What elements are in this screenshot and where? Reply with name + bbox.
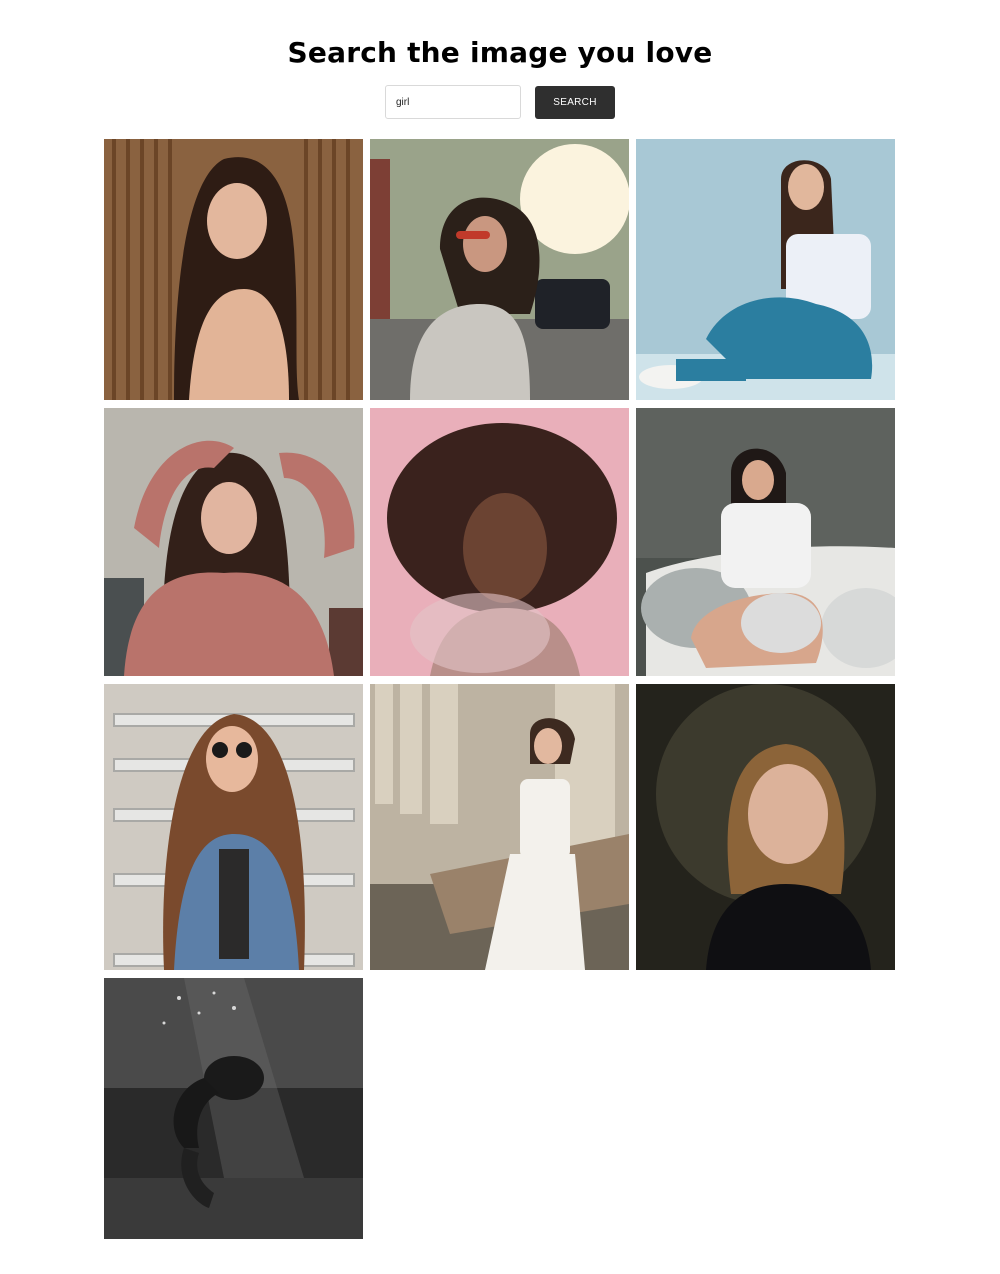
search-bar: SEARCH bbox=[385, 85, 615, 119]
gallery-photo-6[interactable] bbox=[636, 408, 895, 676]
gallery-photo-10[interactable] bbox=[104, 978, 363, 1239]
gallery-photo-4[interactable] bbox=[104, 408, 363, 676]
gallery-photo-7[interactable] bbox=[104, 684, 363, 970]
gallery-photo-8[interactable] bbox=[370, 684, 629, 970]
search-button[interactable]: SEARCH bbox=[535, 85, 615, 119]
gallery-photo-1[interactable] bbox=[104, 139, 363, 400]
gallery-photo-2[interactable] bbox=[370, 139, 629, 400]
gallery-photo-3[interactable] bbox=[636, 139, 895, 400]
page-title: Search the image you love bbox=[287, 36, 713, 69]
gallery-photo-5[interactable] bbox=[370, 408, 629, 676]
search-input[interactable] bbox=[385, 85, 521, 119]
gallery-photo-9[interactable] bbox=[636, 684, 895, 970]
page: Search the image you love SEARCH bbox=[0, 0, 1000, 1274]
